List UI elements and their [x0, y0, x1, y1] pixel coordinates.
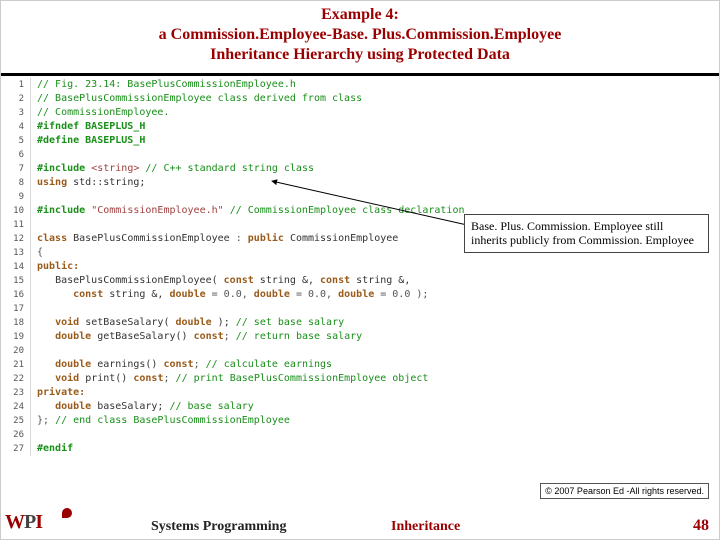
page-number: 48	[693, 517, 709, 535]
code-line: 8using std::string;	[9, 176, 711, 190]
line-number: 9	[9, 190, 31, 204]
code-text: public:	[31, 260, 79, 274]
title-line-3: Inheritance Hierarchy using Protected Da…	[1, 45, 719, 65]
line-number: 3	[9, 106, 31, 120]
code-line: 27#endif	[9, 442, 711, 456]
line-number: 12	[9, 232, 31, 246]
code-line: 21 double earnings() const; // calculate…	[9, 358, 711, 372]
line-number: 19	[9, 330, 31, 344]
code-text: double baseSalary; // base salary	[31, 400, 254, 414]
line-number: 22	[9, 372, 31, 386]
code-line: 4#ifndef BASEPLUS_H	[9, 120, 711, 134]
code-text: #include "CommissionEmployee.h" // Commi…	[31, 204, 465, 218]
code-text: BasePlusCommissionEmployee( const string…	[31, 274, 410, 288]
code-text: }; // end class BasePlusCommissionEmploy…	[31, 414, 290, 428]
code-text	[31, 302, 37, 316]
code-line: 22 void print() const; // print BasePlus…	[9, 372, 711, 386]
line-number: 18	[9, 316, 31, 330]
code-line: 1// Fig. 23.14: BasePlusCommissionEmploy…	[9, 78, 711, 92]
line-number: 23	[9, 386, 31, 400]
code-text: #ifndef BASEPLUS_H	[31, 120, 145, 134]
code-text: private:	[31, 386, 85, 400]
annotation-box: Base. Plus. Commission. Employee still i…	[464, 214, 709, 253]
slide-footer: WPI Systems Programming Inheritance 48	[1, 511, 719, 539]
line-number: 26	[9, 428, 31, 442]
code-text	[31, 344, 37, 358]
code-text: {	[31, 246, 43, 260]
code-text: void setBaseSalary( double ); // set bas…	[31, 316, 344, 330]
code-line: 7#include <string> // C++ standard strin…	[9, 162, 711, 176]
footer-text-1: Systems Programming	[151, 519, 286, 535]
line-number: 2	[9, 92, 31, 106]
code-line: 3// CommissionEmployee.	[9, 106, 711, 120]
code-listing: 1// Fig. 23.14: BasePlusCommissionEmploy…	[1, 76, 719, 456]
code-line: 2// BasePlusCommissionEmployee class der…	[9, 92, 711, 106]
code-line: 24 double baseSalary; // base salary	[9, 400, 711, 414]
line-number: 17	[9, 302, 31, 316]
code-line: 5#define BASEPLUS_H	[9, 134, 711, 148]
code-text: const string &, double = 0.0, double = 0…	[31, 288, 428, 302]
code-text	[31, 190, 37, 204]
code-line: 15 BasePlusCommissionEmployee( const str…	[9, 274, 711, 288]
code-text	[31, 428, 37, 442]
code-line: 20	[9, 344, 711, 358]
code-line: 19 double getBaseSalary() const; // retu…	[9, 330, 711, 344]
code-text: using std::string;	[31, 176, 145, 190]
code-text: class BasePlusCommissionEmployee : publi…	[31, 232, 398, 246]
wpi-logo: WPI	[5, 511, 65, 537]
code-line: 26	[9, 428, 711, 442]
line-number: 13	[9, 246, 31, 260]
code-line: 18 void setBaseSalary( double ); // set …	[9, 316, 711, 330]
line-number: 16	[9, 288, 31, 302]
line-number: 14	[9, 260, 31, 274]
line-number: 21	[9, 358, 31, 372]
line-number: 25	[9, 414, 31, 428]
line-number: 4	[9, 120, 31, 134]
title-line-2: a Commission.Employee-Base. Plus.Commiss…	[1, 25, 719, 45]
code-text: double earnings() const; // calculate ea…	[31, 358, 332, 372]
code-line: 17	[9, 302, 711, 316]
code-text: #include <string> // C++ standard string…	[31, 162, 314, 176]
code-text: // CommissionEmployee.	[31, 106, 169, 120]
code-text	[31, 218, 37, 232]
copyright-label: © 2007 Pearson Ed -All rights reserved.	[540, 483, 709, 499]
line-number: 1	[9, 78, 31, 92]
line-number: 5	[9, 134, 31, 148]
code-line: 16 const string &, double = 0.0, double …	[9, 288, 711, 302]
footer-text-2: Inheritance	[391, 519, 460, 535]
code-text: #define BASEPLUS_H	[31, 134, 145, 148]
code-text: double getBaseSalary() const; // return …	[31, 330, 362, 344]
code-text: #endif	[31, 442, 73, 456]
code-line: 14public:	[9, 260, 711, 274]
line-number: 7	[9, 162, 31, 176]
code-line: 23private:	[9, 386, 711, 400]
line-number: 8	[9, 176, 31, 190]
line-number: 27	[9, 442, 31, 456]
line-number: 10	[9, 204, 31, 218]
line-number: 24	[9, 400, 31, 414]
line-number: 11	[9, 218, 31, 232]
code-text	[31, 148, 37, 162]
code-text: // Fig. 23.14: BasePlusCommissionEmploye…	[31, 78, 296, 92]
line-number: 15	[9, 274, 31, 288]
title-line-1: Example 4:	[1, 5, 719, 25]
code-text: void print() const; // print BasePlusCom…	[31, 372, 428, 386]
code-line: 9	[9, 190, 711, 204]
annotation-text: Base. Plus. Commission. Employee still i…	[471, 219, 694, 247]
line-number: 6	[9, 148, 31, 162]
code-line: 6	[9, 148, 711, 162]
code-line: 25}; // end class BasePlusCommissionEmpl…	[9, 414, 711, 428]
slide-title: Example 4: a Commission.Employee-Base. P…	[1, 1, 719, 76]
line-number: 20	[9, 344, 31, 358]
code-text: // BasePlusCommissionEmployee class deri…	[31, 92, 362, 106]
